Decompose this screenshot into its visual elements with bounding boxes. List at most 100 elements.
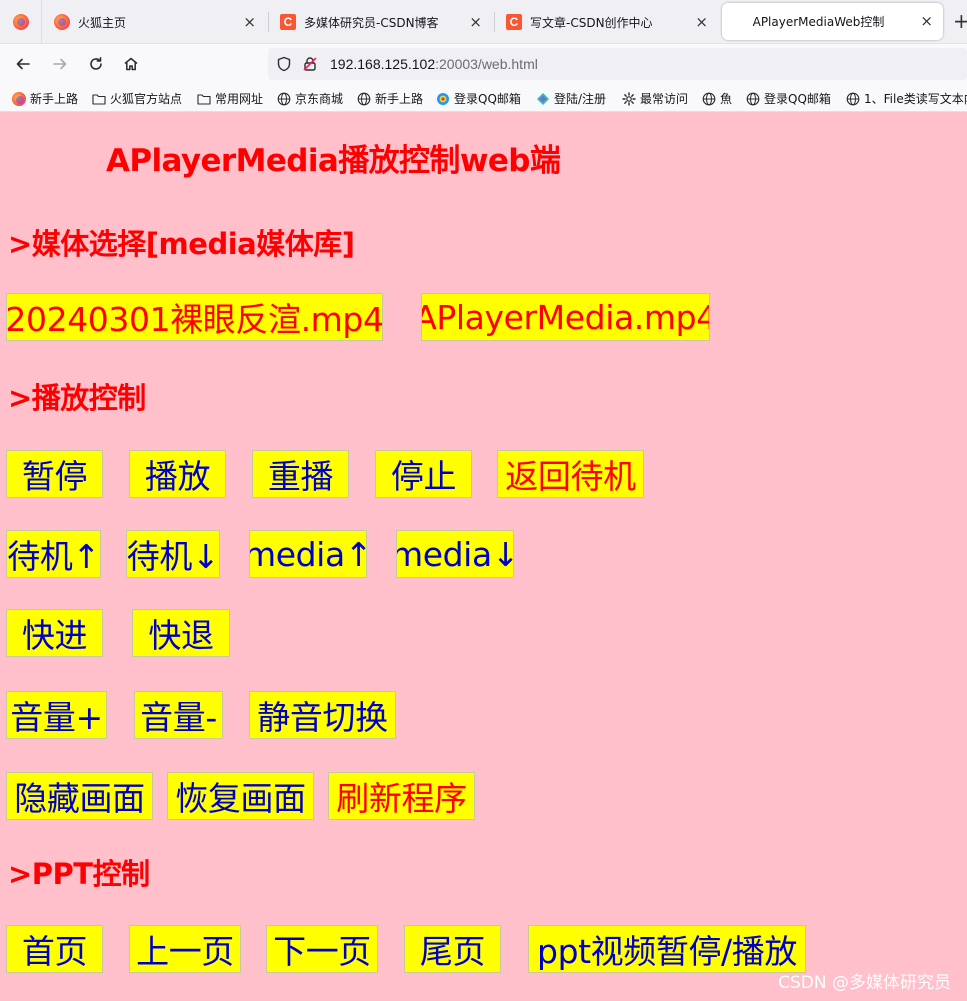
csdn-icon: C <box>280 14 296 30</box>
url-host: 192.168.125.102 <box>330 56 436 72</box>
globe-icon <box>746 92 760 105</box>
navigation-bar: 192.168.125.102:20003/web.html <box>0 44 967 84</box>
tab-csdn-editor[interactable]: C 写文章-CSDN创作中心 × <box>506 0 718 44</box>
page-content: APlayerMedia播放控制web端 >媒体选择[media媒体库] 202… <box>0 113 967 1001</box>
globe-icon <box>702 92 716 105</box>
volume-down-button[interactable]: 音量- <box>134 691 223 739</box>
bookmark-item[interactable]: 登录QQ邮箱 <box>436 90 521 107</box>
bookmark-item[interactable]: 登录QQ邮箱 <box>746 90 831 107</box>
tab-firefox-home[interactable]: 火狐主页 × <box>54 0 266 44</box>
bookmark-label: 最常访问 <box>640 92 689 106</box>
rewind-button[interactable]: 快退 <box>132 609 230 657</box>
home-icon <box>124 57 138 71</box>
url-text[interactable]: 192.168.125.102:20003/web.html <box>330 56 538 72</box>
tab-aplayer-control[interactable]: APlayerMediaWeb控制 × <box>722 3 943 40</box>
forward-arrow-icon <box>53 58 67 70</box>
folder-icon <box>92 93 106 105</box>
diamond-icon <box>537 92 549 105</box>
volume-up-button[interactable]: 音量+ <box>6 691 107 739</box>
ppt-video-pause-play-button[interactable]: ppt视频暂停/播放 <box>528 925 806 973</box>
globe-icon <box>846 92 860 105</box>
tab-title: 火狐主页 <box>78 15 127 30</box>
address-bar[interactable]: 192.168.125.102:20003/web.html <box>268 48 967 80</box>
folder-icon <box>197 93 211 105</box>
url-path: :20003/web.html <box>435 56 538 72</box>
ppt-first-page-button[interactable]: 首页 <box>6 925 103 973</box>
ppt-prev-page-button[interactable]: 上一页 <box>129 925 241 973</box>
restore-screen-button[interactable]: 恢复画面 <box>167 772 314 820</box>
globe-icon <box>357 92 371 105</box>
close-tab-icon[interactable]: × <box>920 12 933 30</box>
media-down-button[interactable]: media↓ <box>396 530 514 578</box>
bookmarks-toolbar: 新手上路 火狐官方站点 常用网址 京东商城 新手上路 登录QQ邮箱 登陆/注册 … <box>0 84 967 112</box>
close-tab-icon[interactable]: × <box>469 13 482 31</box>
bookmark-label: 新手上路 <box>30 92 79 106</box>
back-button[interactable] <box>10 52 36 76</box>
stop-button[interactable]: 停止 <box>375 450 472 498</box>
forward-button[interactable] <box>47 52 73 76</box>
bookmark-folder[interactable]: 最常访问 <box>622 90 688 107</box>
bookmark-item[interactable]: 1、File类读写文本内 <box>846 90 967 107</box>
firefox-icon <box>12 91 26 106</box>
mute-toggle-button[interactable]: 静音切换 <box>249 691 396 739</box>
close-tab-icon[interactable]: × <box>695 13 708 31</box>
tab-separator <box>268 12 269 32</box>
page-title: APlayerMedia播放控制web端 <box>106 143 561 179</box>
tab-strip: 火狐主页 × C 多媒体研究员-CSDN博客 × C 写文章-CSDN创作中心 … <box>0 0 967 44</box>
section-heading-ppt: >PPT控制 <box>8 857 150 891</box>
bookmark-label: 常用网址 <box>215 92 264 106</box>
bookmark-label: 登录QQ邮箱 <box>764 92 831 106</box>
standby-down-button[interactable]: 待机↓ <box>126 530 220 578</box>
firefox-view-button[interactable] <box>0 0 42 44</box>
bookmark-item[interactable]: 京东商城 <box>277 90 343 107</box>
bookmark-label: 登录QQ邮箱 <box>454 92 521 106</box>
tab-title: 多媒体研究员-CSDN博客 <box>304 15 439 30</box>
shield-icon[interactable] <box>276 56 292 72</box>
section-heading-media: >媒体选择[media媒体库] <box>8 227 355 261</box>
ppt-next-page-button[interactable]: 下一页 <box>266 925 378 973</box>
bookmark-item[interactable]: 魚 <box>702 90 732 107</box>
bookmark-folder[interactable]: 常用网址 <box>197 90 263 107</box>
tab-csdn-blog[interactable]: C 多媒体研究员-CSDN博客 × <box>280 0 492 44</box>
tab-title: 写文章-CSDN创作中心 <box>530 15 653 30</box>
bookmark-item[interactable]: 新手上路 <box>357 90 423 107</box>
new-tab-button[interactable]: + <box>953 10 967 32</box>
fast-forward-button[interactable]: 快进 <box>6 609 103 657</box>
media-button-aplayermedia[interactable]: APlayerMedia.mp4 <box>421 293 710 341</box>
reload-button[interactable] <box>83 52 109 76</box>
tab-separator <box>494 12 495 32</box>
bookmark-label: 火狐官方站点 <box>110 92 183 106</box>
gear-icon <box>622 91 636 106</box>
hide-screen-button[interactable]: 隐藏画面 <box>6 772 153 820</box>
replay-button[interactable]: 重播 <box>252 450 349 498</box>
bookmark-label: 登陆/注册 <box>554 92 607 106</box>
bookmark-label: 京东商城 <box>295 92 344 106</box>
bookmark-folder[interactable]: 火狐官方站点 <box>92 90 182 107</box>
back-arrow-icon <box>16 58 30 70</box>
qq-mail-icon <box>437 92 449 105</box>
csdn-watermark: CSDN @多媒体研究员 <box>778 973 951 993</box>
bookmark-label: 1、File类读写文本内 <box>864 92 967 106</box>
firefox-icon <box>12 14 29 30</box>
close-tab-icon[interactable]: × <box>243 13 256 31</box>
bookmark-item[interactable]: 登陆/注册 <box>536 90 606 107</box>
csdn-icon: C <box>506 14 522 30</box>
play-button[interactable]: 播放 <box>129 450 226 498</box>
media-up-button[interactable]: media↑ <box>249 530 367 578</box>
insecure-lock-icon[interactable] <box>302 56 318 72</box>
bookmark-label: 魚 <box>720 92 733 106</box>
reload-icon <box>90 57 102 70</box>
bookmark-item[interactable]: 新手上路 <box>12 90 78 107</box>
section-heading-playback: >播放控制 <box>8 381 146 415</box>
globe-icon <box>277 92 291 105</box>
refresh-program-button[interactable]: 刷新程序 <box>328 772 475 820</box>
home-button[interactable] <box>118 52 144 76</box>
ppt-last-page-button[interactable]: 尾页 <box>404 925 501 973</box>
firefox-icon <box>54 14 70 30</box>
bookmark-label: 新手上路 <box>375 92 424 106</box>
tab-title: APlayerMediaWeb控制 <box>752 15 885 29</box>
pause-button[interactable]: 暂停 <box>6 450 103 498</box>
standby-up-button[interactable]: 待机↑ <box>6 530 101 578</box>
back-to-standby-button[interactable]: 返回待机 <box>497 450 644 498</box>
media-button-20240301[interactable]: 20240301裸眼反渲.mp4 <box>6 293 383 341</box>
